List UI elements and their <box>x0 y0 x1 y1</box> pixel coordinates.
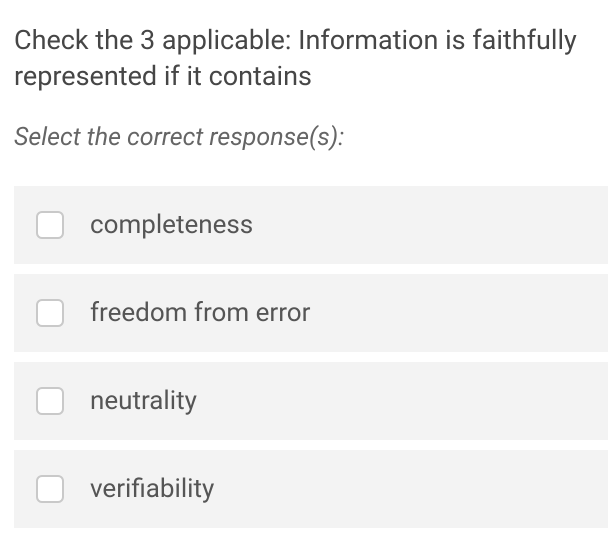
option-verifiability[interactable]: verifiability <box>14 450 608 528</box>
option-completeness[interactable]: completeness <box>14 186 608 264</box>
checkbox-icon[interactable] <box>36 387 64 415</box>
question-text: Check the 3 applicable: Information is f… <box>14 22 608 95</box>
option-label: verifiability <box>90 474 214 504</box>
prompt-text: Select the correct response(s): <box>14 123 608 152</box>
checkbox-icon[interactable] <box>36 211 64 239</box>
checkbox-icon[interactable] <box>36 299 64 327</box>
option-label: neutrality <box>90 386 197 416</box>
option-label: freedom from error <box>90 298 310 328</box>
option-neutrality[interactable]: neutrality <box>14 362 608 440</box>
option-freedom-from-error[interactable]: freedom from error <box>14 274 608 352</box>
option-label: completeness <box>90 210 253 240</box>
checkbox-icon[interactable] <box>36 475 64 503</box>
options-list: completeness freedom from error neutrali… <box>14 186 608 528</box>
